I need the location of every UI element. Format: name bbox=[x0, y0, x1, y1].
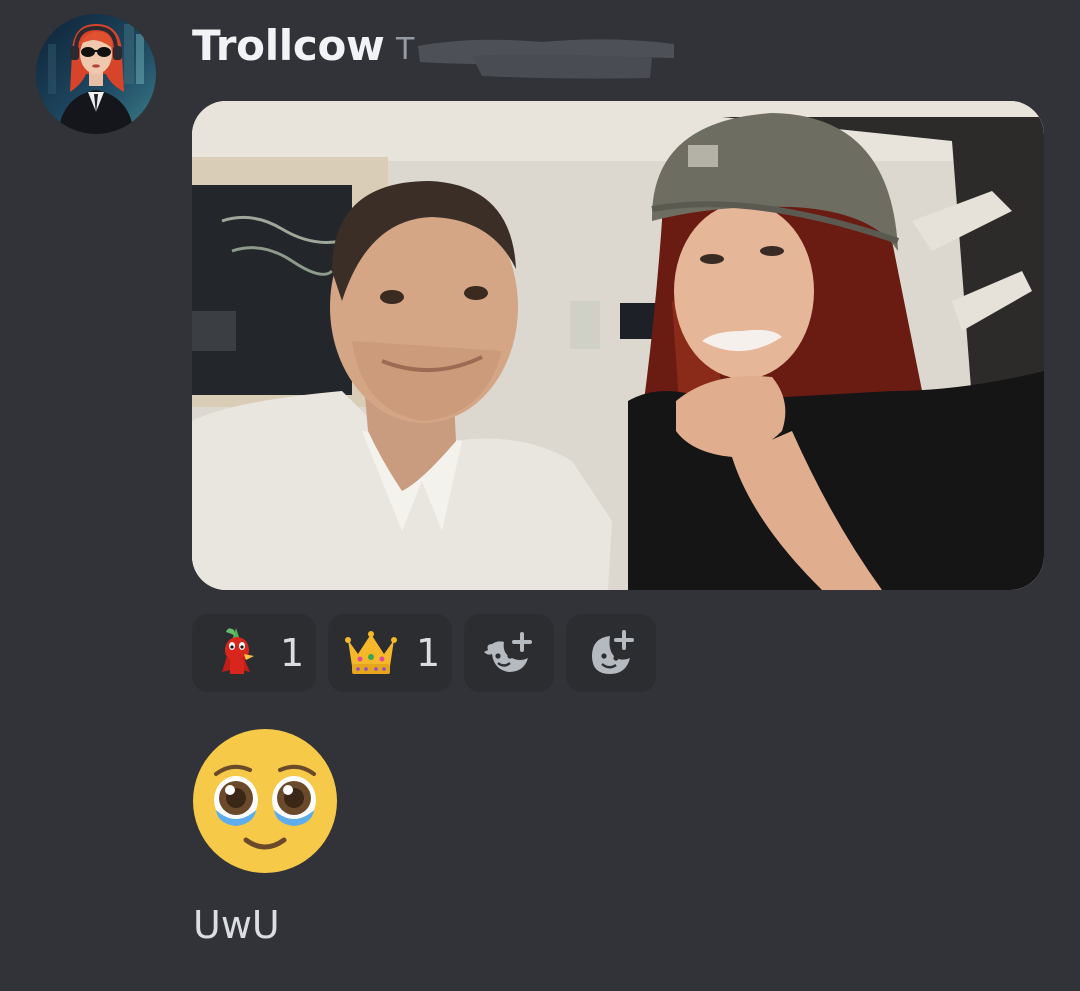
reaction-count: 1 bbox=[416, 631, 441, 675]
add-reaction-button[interactable] bbox=[566, 614, 656, 692]
crown-icon bbox=[344, 626, 398, 680]
image-attachment[interactable] bbox=[192, 101, 1044, 590]
redaction-scribble bbox=[412, 22, 680, 82]
add-super-reaction-icon bbox=[482, 626, 536, 680]
reaction-count: 1 bbox=[280, 631, 305, 675]
pleading-face-icon[interactable] bbox=[192, 728, 338, 874]
avatar[interactable] bbox=[36, 14, 156, 134]
reaction-pikmin[interactable]: 1 bbox=[192, 614, 316, 692]
add-reaction-icon bbox=[584, 626, 638, 680]
add-super-reaction-button[interactable] bbox=[464, 614, 554, 692]
reaction-crown[interactable]: 1 bbox=[328, 614, 452, 692]
red-pikmin-icon bbox=[210, 626, 264, 680]
message-text: UwU bbox=[193, 903, 280, 947]
author-username[interactable]: Trollcow bbox=[192, 18, 385, 74]
